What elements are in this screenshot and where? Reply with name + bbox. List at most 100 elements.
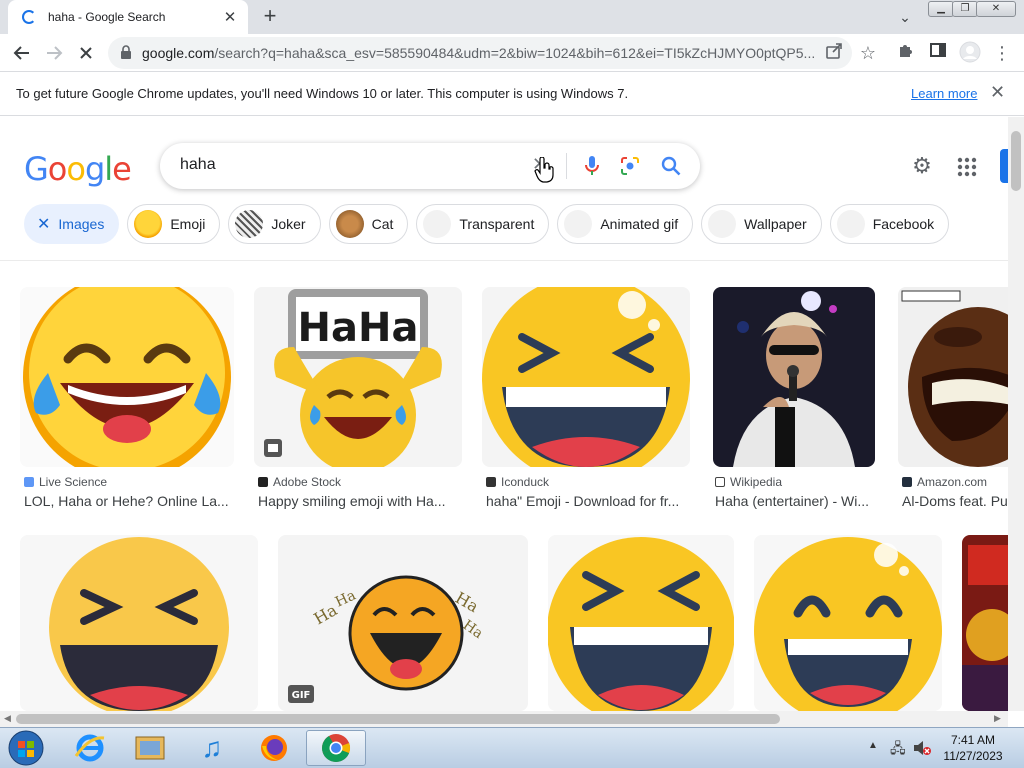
sign-in-button[interactable] bbox=[1000, 149, 1008, 183]
image-result[interactable] bbox=[754, 535, 942, 711]
scroll-right-icon[interactable]: ▶ bbox=[994, 713, 1001, 724]
remove-filter-icon[interactable]: ✕ bbox=[37, 214, 50, 234]
close-infobar-icon[interactable]: ✕ bbox=[990, 82, 1005, 103]
chip-wallpaper[interactable]: Wallpaper bbox=[701, 204, 822, 244]
clock-time: 7:41 AM bbox=[950, 733, 996, 747]
minimize-button[interactable]: ▁ bbox=[928, 1, 954, 17]
image-result[interactable] bbox=[548, 535, 734, 711]
maximize-button[interactable]: ❐ bbox=[952, 1, 978, 17]
side-panel-icon[interactable] bbox=[926, 41, 950, 65]
lock-icon[interactable] bbox=[120, 45, 132, 59]
google-apps-icon[interactable] bbox=[956, 156, 978, 178]
search-box[interactable]: haha ✕ bbox=[160, 143, 700, 189]
media-player-taskbar-button[interactable]: ♫ bbox=[184, 730, 240, 766]
volume-muted-icon[interactable] bbox=[912, 739, 932, 757]
result-thumbnail[interactable] bbox=[713, 287, 875, 467]
firefox-taskbar-button[interactable] bbox=[246, 730, 302, 766]
chip-thumbnail bbox=[235, 210, 264, 238]
horizontal-scrollbar[interactable]: ◀ ▶ bbox=[0, 711, 1008, 727]
extensions-icon[interactable] bbox=[894, 41, 918, 65]
chip-label: Images bbox=[58, 216, 105, 232]
settings-gear-icon[interactable]: ⚙ bbox=[910, 154, 934, 178]
chip-label: Wallpaper bbox=[744, 216, 807, 232]
result-thumbnail[interactable] bbox=[962, 535, 1008, 711]
share-icon[interactable] bbox=[822, 41, 846, 65]
taskbar-clock[interactable]: 7:41 AM 11/27/2023 bbox=[934, 732, 1012, 764]
image-result[interactable] bbox=[20, 535, 258, 711]
chip-cat[interactable]: Cat bbox=[328, 204, 409, 244]
image-result[interactable]: Wikipedia Haha (entertainer) - Wi... bbox=[713, 287, 875, 517]
start-button[interactable] bbox=[0, 730, 52, 766]
result-thumbnail[interactable] bbox=[898, 287, 1008, 467]
bookmark-star-icon[interactable]: ☆ bbox=[856, 41, 880, 65]
profile-avatar[interactable] bbox=[958, 41, 982, 65]
chip-label: Emoji bbox=[170, 216, 206, 232]
result-thumbnail[interactable]: HaHa bbox=[254, 287, 462, 467]
result-caption[interactable]: LOL, Haha or Hehe? Online La... bbox=[24, 493, 234, 509]
google-logo[interactable]: Google bbox=[24, 150, 132, 188]
haha-cartoon-gif-image: Ha Ha Ha Ha GIF bbox=[278, 535, 528, 711]
tab-search-icon[interactable]: ⌄ bbox=[894, 6, 916, 28]
chip-thumbnail bbox=[564, 210, 593, 238]
chip-thumbnail bbox=[423, 210, 452, 238]
image-result[interactable]: HaHa Adobe Stock Happy smiling emoji wit… bbox=[254, 287, 462, 517]
image-result[interactable]: Iconduck haha" Emoji - Download for fr..… bbox=[482, 287, 690, 517]
stop-loading-icon[interactable] bbox=[74, 41, 98, 65]
url-text[interactable]: google.com/search?q=haha&sca_esv=5855904… bbox=[142, 45, 832, 61]
result-caption[interactable]: haha" Emoji - Download for fr... bbox=[486, 493, 690, 509]
svg-text:HaHa: HaHa bbox=[298, 305, 419, 351]
lens-search-icon[interactable] bbox=[620, 156, 640, 176]
search-submit-icon[interactable] bbox=[660, 155, 682, 177]
result-thumbnail[interactable] bbox=[20, 535, 258, 711]
chip-label: Animated gif bbox=[600, 216, 679, 232]
chrome-icon bbox=[322, 734, 351, 762]
close-window-button[interactable]: ✕ bbox=[976, 1, 1016, 17]
result-thumbnail[interactable] bbox=[548, 535, 734, 711]
network-icon[interactable]: 🖧 bbox=[890, 738, 906, 762]
chip-emoji[interactable]: Emoji bbox=[127, 204, 221, 244]
loading-spinner-icon bbox=[22, 10, 36, 24]
result-thumbnail[interactable] bbox=[482, 287, 690, 467]
menu-icon[interactable]: ⋮ bbox=[990, 41, 1014, 65]
source-favicon-icon bbox=[24, 477, 34, 487]
forward-icon[interactable] bbox=[42, 41, 66, 65]
image-result[interactable]: Live Science LOL, Haha or Hehe? Online L… bbox=[20, 287, 234, 517]
vertical-scroll-thumb[interactable] bbox=[1011, 131, 1021, 191]
horizontal-scroll-thumb[interactable] bbox=[16, 714, 780, 724]
back-icon[interactable] bbox=[10, 41, 34, 65]
chip-images[interactable]: ✕ Images bbox=[24, 204, 120, 244]
result-caption[interactable]: Happy smiling emoji with Ha... bbox=[258, 493, 462, 509]
chip-joker[interactable]: Joker bbox=[228, 204, 321, 244]
image-result[interactable]: Ha Ha Ha Ha GIF bbox=[278, 535, 528, 711]
folder-icon bbox=[135, 736, 165, 760]
internet-explorer-taskbar-button[interactable] bbox=[62, 730, 118, 766]
chrome-taskbar-button[interactable] bbox=[306, 730, 366, 766]
image-result[interactable] bbox=[962, 535, 1008, 711]
learn-more-link[interactable]: Learn more bbox=[911, 86, 977, 101]
infobar-message: To get future Google Chrome updates, you… bbox=[16, 86, 629, 101]
poster-image bbox=[962, 535, 1008, 711]
windows-logo-icon bbox=[8, 730, 44, 766]
show-hidden-icons-icon[interactable]: ▲ bbox=[868, 740, 878, 751]
chip-transparent[interactable]: Transparent bbox=[416, 204, 550, 244]
result-thumbnail[interactable] bbox=[754, 535, 942, 711]
image-result[interactable]: Amazon.com Al-Doms feat. Pu... bbox=[898, 287, 1008, 517]
source-favicon-icon bbox=[902, 477, 912, 487]
voice-search-icon[interactable] bbox=[582, 155, 602, 177]
chip-animated-gif[interactable]: Animated gif bbox=[557, 204, 694, 244]
result-thumbnail[interactable]: Ha Ha Ha Ha GIF bbox=[278, 535, 528, 711]
scroll-left-icon[interactable]: ◀ bbox=[4, 713, 11, 724]
close-tab-icon[interactable]: ✕ bbox=[222, 8, 238, 26]
vertical-scrollbar[interactable] bbox=[1008, 117, 1024, 711]
big-grin-emoji-image bbox=[548, 535, 734, 711]
file-explorer-taskbar-button[interactable] bbox=[122, 730, 178, 766]
browser-tab[interactable]: haha - Google Search ✕ bbox=[8, 0, 248, 34]
address-bar[interactable]: google.com/search?q=haha&sca_esv=5855904… bbox=[108, 37, 852, 69]
source-favicon-icon bbox=[258, 477, 268, 487]
result-caption[interactable]: Haha (entertainer) - Wi... bbox=[715, 493, 875, 509]
chip-facebook[interactable]: Facebook bbox=[829, 204, 950, 244]
result-caption[interactable]: Al-Doms feat. Pu... bbox=[902, 493, 1008, 509]
new-tab-button[interactable]: + bbox=[258, 4, 282, 28]
result-thumbnail[interactable] bbox=[20, 287, 234, 467]
search-input[interactable]: haha bbox=[180, 156, 216, 174]
